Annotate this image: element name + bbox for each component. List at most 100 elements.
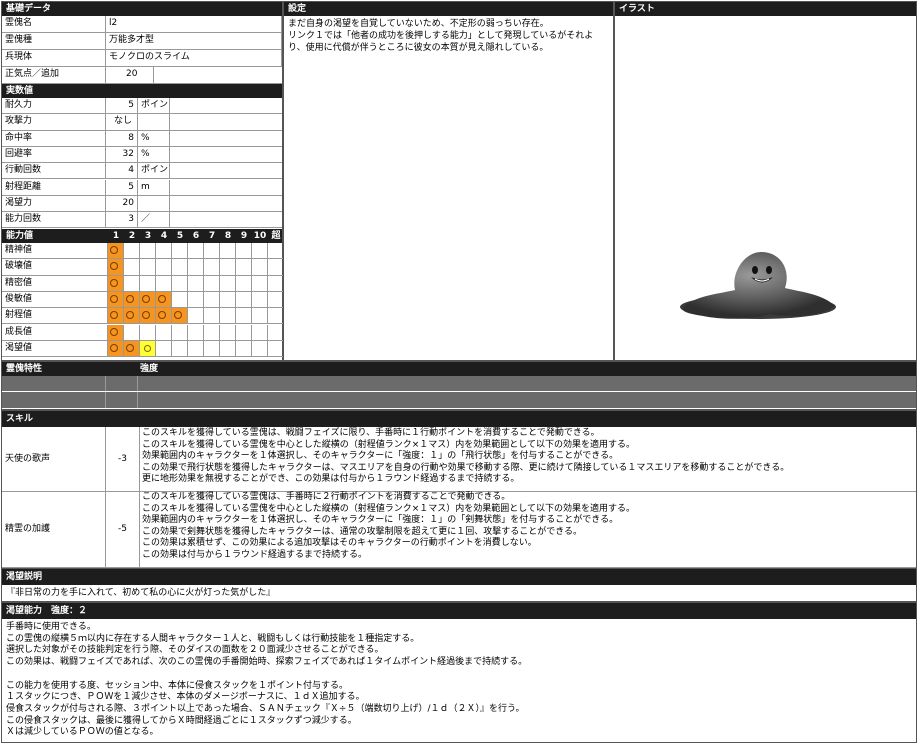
ability-cell [220,340,236,358]
ability-level-header: 1 [112,231,120,241]
ability-cell [236,340,252,358]
stat-unit: % [138,146,170,164]
desire-power-line: Ｘは減少しているＰＯＷの値となる。 [6,727,159,738]
skill-description-line: 効果範囲内のキャラクターを１体選択し、そのキャラクターに「強度：１」の「剣舞状態… [142,515,619,526]
desire-power-line: この侵食スタックは、最後に獲得してからＸ時間経過ごとに１スタックずつ減少する。 [6,715,357,726]
desire-power-line: 選択した対象がその技能判定を行う際、そのダイスの面数を２０面減少させることができ… [6,645,384,656]
setting-header: 設定 [284,2,613,16]
abilities-grid: 精神値 破壊値 精密値 俊敏値 射程値 成長値 渇望値 [2,243,284,371]
ability-cell [156,308,172,325]
traits-panel: 霊傀特性 強度 [1,361,917,410]
skill-value: -3 [106,427,140,491]
skill-description: このスキルを獲得している霊傀は、戦闘フェイズに限り、手番時に１行動ポイントを消費… [142,428,914,486]
stat-unit: ポイント [138,163,170,180]
stat-value: 3 [106,212,138,229]
illustration-panel: イラスト [614,1,917,361]
ability-cell [188,340,204,358]
ability-cell [172,308,188,325]
skill-description-line: このスキルを獲得している霊傀を中心とした縦横の（射程値ランク×１マス）内を効果範… [142,503,636,514]
ability-cell [172,243,188,260]
ability-cell [188,291,204,309]
skill-description-line: 更に地形効果を無視することができ、この効果は付与から１ラウンド経過するまで持続す… [142,474,520,485]
stat-unit: ポイント [138,98,170,115]
ability-cell [124,259,140,276]
basic-row-label: 霊傀名 [2,16,106,33]
basic-row-extra [154,67,282,84]
ability-level-header: 7 [208,231,216,241]
desire-description-text: 『非日常の力を手に入れて、初めて私の心に火が灯った気がした』 [6,588,276,598]
ability-level-header: 10 [253,231,267,241]
rank-circle-small-icon [144,344,151,352]
stat-value: 8 [106,130,138,147]
stat-label: 能力回数 [2,212,106,229]
rank-circle-icon [126,311,134,320]
basic-data-header: 基礎データ [2,2,282,16]
stats-table: 耐久力5ポイント攻撃力なし命中率8%回避率32%行動回数4ポイント射程距離5m渇… [2,98,282,229]
ability-cell [140,324,156,341]
slime-creature-illustration [680,252,836,319]
ability-cell [268,308,284,325]
traits-row-2 [2,392,916,408]
rank-circle-icon [158,294,166,303]
basic-row-label: 正気点／追加 [2,67,106,84]
ability-cell [204,324,220,341]
ability-cell [172,259,188,276]
ability-cell [204,340,220,358]
ability-label: 成長値 [2,324,108,341]
desire-power-line: １スタックにつき、ＰＯＷを１減少させ、本体のダメージボーナスに、１ｄＸ追加する。 [6,692,365,703]
rank-circle-icon [126,343,134,352]
ability-cell [268,341,284,358]
illustration-header: イラスト [615,2,916,16]
character-sheet: 基礎データ 霊傀名 l2 霊傀種 万能多才型 兵現体 モノクロのスライム 正気点／追加 20 … [0,0,917,743]
rank-circle-icon [110,343,118,352]
ability-cell [268,292,284,309]
ability-cell [268,259,284,276]
stat-unit: ／ [138,212,170,229]
ability-cell [252,275,268,292]
basic-row-value: 20 [106,67,154,84]
basic-row-label: 兵現体 [2,50,106,67]
basic-row-value: モノクロのスライム [106,50,282,67]
ability-level-header: 4 [160,231,168,241]
ability-cell [236,259,252,276]
ability-level-header: 8 [224,231,232,241]
stat-value: 32 [106,146,138,164]
ability-cell [236,243,252,260]
ability-cell [220,308,236,325]
ability-cell [108,243,124,260]
ability-cell [252,324,268,341]
ability-cell [236,324,252,341]
basic-row-label: 霊傀種 [2,33,106,50]
ability-cell [172,340,188,358]
ability-cell [220,243,236,260]
ability-cell [124,324,140,341]
ability-cell [188,324,204,341]
ability-cell [204,259,220,276]
ability-cell [140,243,156,260]
desire-power-line: この能力を使用する度、セッション中、本体に侵食スタックを１ポイント付与する。 [6,680,349,691]
stat-extra [170,147,282,164]
ability-cell [188,308,204,325]
stat-unit [138,195,170,213]
ability-cell [156,243,172,260]
skill-name: 天使の歌声 [2,427,106,491]
stat-label: 射程距離 [2,179,106,196]
skill-name: 精霊の加護 [2,491,106,567]
stat-unit: m [138,179,170,196]
ability-cell [156,324,172,341]
stat-extra [170,180,282,196]
stat-value: 5 [106,98,138,115]
desire-power-text: 手番時に使用できる。 この霊傀の縦横５ｍ以内に存在する人間キャラクター１人と、戦闘… [2,619,916,742]
ability-cell [252,340,268,358]
stat-label: 渇望力 [2,195,106,213]
ability-level-header: 6 [192,231,200,241]
ability-cell [220,324,236,341]
ability-cell [156,275,172,292]
ability-cell [268,243,284,260]
stat-label: 命中率 [2,130,106,147]
ability-cell [220,275,236,292]
ability-cell [220,259,236,276]
desire-power-line: この効果は、戦闘フェイズであれば、次のこの霊傀の手番開始時、探索フェイズであれば… [6,657,528,668]
rank-circle-icon [110,262,118,271]
stat-value: 4 [106,163,138,180]
